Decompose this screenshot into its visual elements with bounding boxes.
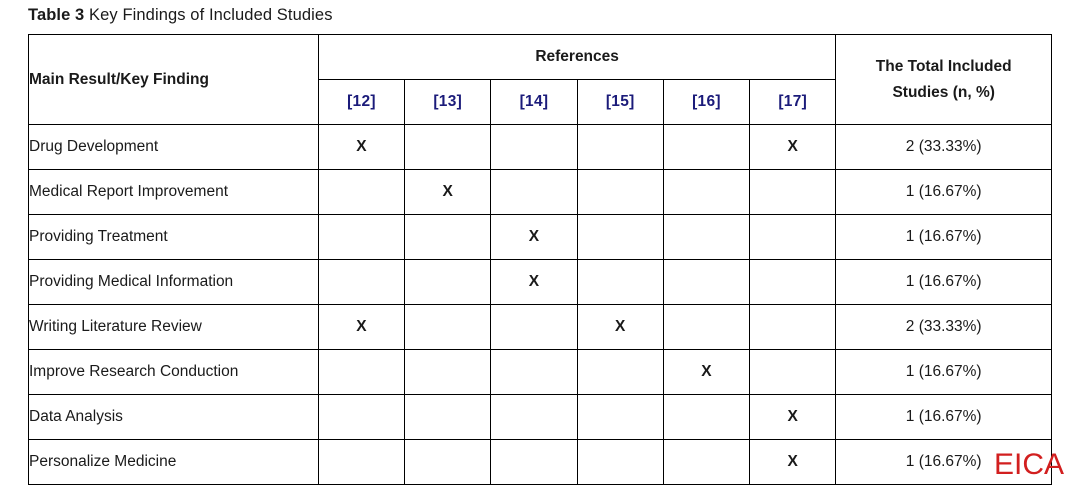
table-row: Improve Research Conduction X 1 (16.67%) <box>28 349 1052 395</box>
total-included-studies: 1 (16.67%) <box>835 439 1052 485</box>
mark-cell <box>404 259 492 305</box>
mark-cell: X <box>662 349 751 395</box>
table-row: Medical Report Improvement X 1 (16.67%) <box>28 169 1052 215</box>
header-references-group: References <box>317 34 837 80</box>
header-total-line-1: The Total Included <box>875 57 1012 75</box>
mark-cell: X <box>749 439 837 485</box>
header-reference-14: [14] <box>490 79 578 125</box>
mark-cell <box>662 214 751 260</box>
mark-cell <box>749 349 837 395</box>
mark-cell <box>404 394 492 440</box>
mark-cell: X <box>317 304 406 350</box>
finding-label: Improve Research Conduction <box>28 349 319 395</box>
total-included-studies: 1 (16.67%) <box>835 169 1052 215</box>
table-header: Main Result/Key Finding References The T… <box>28 34 1052 125</box>
mark-cell <box>576 169 664 215</box>
findings-table-container: Main Result/Key Finding References The T… <box>28 34 1052 485</box>
finding-label: Personalize Medicine <box>28 439 319 485</box>
table-row: Providing Treatment X 1 (16.67%) <box>28 214 1052 260</box>
mark-cell <box>749 259 837 305</box>
header-reference-15: [15] <box>576 79 664 125</box>
mark-cell <box>662 169 751 215</box>
mark-cell <box>576 214 664 260</box>
finding-label: Writing Literature Review <box>28 304 319 350</box>
mark-cell <box>404 304 492 350</box>
finding-label: Data Analysis <box>28 394 319 440</box>
mark-cell: X <box>490 259 578 305</box>
mark-cell <box>490 349 578 395</box>
mark-cell <box>317 394 406 440</box>
table-body: Drug Development X X 2 (33.33%) Medical … <box>28 124 1052 485</box>
mark-cell <box>404 439 492 485</box>
mark-cell <box>317 439 406 485</box>
mark-cell <box>576 124 664 170</box>
mark-cell <box>317 169 406 215</box>
mark-cell <box>576 439 664 485</box>
mark-cell: X <box>490 214 578 260</box>
table-caption: Table 3 Key Findings of Included Studies <box>28 4 333 26</box>
mark-cell <box>490 439 578 485</box>
header-total-included-studies: The Total Included Studies (n, %) <box>835 34 1052 125</box>
total-included-studies: 1 (16.67%) <box>835 259 1052 305</box>
mark-cell <box>404 349 492 395</box>
table-row: Writing Literature Review X X 2 (33.33%) <box>28 304 1052 350</box>
header-main-result: Main Result/Key Finding <box>28 34 319 125</box>
key-findings-table: Main Result/Key Finding References The T… <box>28 34 1052 485</box>
mark-cell: X <box>317 124 406 170</box>
mark-cell <box>749 304 837 350</box>
table-row: Providing Medical Information X 1 (16.67… <box>28 259 1052 305</box>
header-reference-16: [16] <box>662 79 751 125</box>
mark-cell <box>317 214 406 260</box>
finding-label: Providing Medical Information <box>28 259 319 305</box>
table-row: Data Analysis X 1 (16.67%) <box>28 394 1052 440</box>
table-row: Drug Development X X 2 (33.33%) <box>28 124 1052 170</box>
mark-cell <box>662 394 751 440</box>
header-reference-17: [17] <box>749 79 837 125</box>
header-row-top: Main Result/Key Finding References The T… <box>28 34 1052 125</box>
mark-cell <box>662 259 751 305</box>
total-included-studies: 1 (16.67%) <box>835 394 1052 440</box>
mark-cell <box>317 349 406 395</box>
mark-cell <box>490 394 578 440</box>
mark-cell <box>404 124 492 170</box>
total-included-studies: 1 (16.67%) <box>835 214 1052 260</box>
table-caption-text: Key Findings of Included Studies <box>84 6 333 24</box>
mark-cell <box>662 124 751 170</box>
mark-cell <box>576 394 664 440</box>
finding-label: Providing Treatment <box>28 214 319 260</box>
mark-cell <box>490 124 578 170</box>
mark-cell <box>749 214 837 260</box>
mark-cell: X <box>749 394 837 440</box>
mark-cell: X <box>404 169 492 215</box>
mark-cell <box>490 169 578 215</box>
mark-cell: X <box>749 124 837 170</box>
total-included-studies: 1 (16.67%) <box>835 349 1052 395</box>
mark-cell <box>662 304 751 350</box>
header-total-line-2: Studies (n, %) <box>892 83 995 101</box>
mark-cell <box>576 349 664 395</box>
table-row: Personalize Medicine X 1 (16.67%) <box>28 439 1052 485</box>
mark-cell <box>317 259 406 305</box>
table-caption-label: Table 3 <box>28 6 85 24</box>
mark-cell: X <box>576 304 664 350</box>
mark-cell <box>749 169 837 215</box>
page-root: Table 3 Key Findings of Included Studies… <box>0 0 1080 500</box>
finding-label: Drug Development <box>28 124 319 170</box>
mark-cell <box>662 439 751 485</box>
mark-cell <box>404 214 492 260</box>
header-reference-12: [12] <box>317 79 406 125</box>
total-included-studies: 2 (33.33%) <box>835 124 1052 170</box>
mark-cell <box>576 259 664 305</box>
mark-cell <box>490 304 578 350</box>
total-included-studies: 2 (33.33%) <box>835 304 1052 350</box>
finding-label: Medical Report Improvement <box>28 169 319 215</box>
header-reference-13: [13] <box>404 79 492 125</box>
